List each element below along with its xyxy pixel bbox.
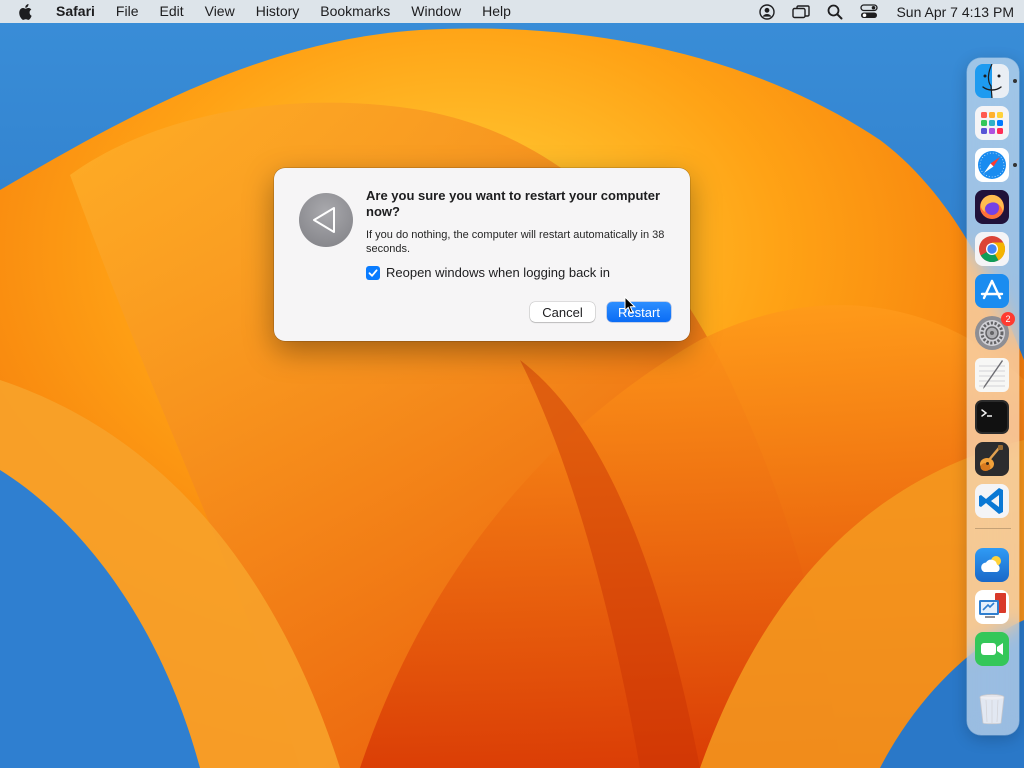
reopen-windows-label[interactable]: Reopen windows when logging back in — [386, 265, 610, 280]
reopen-windows-option: Reopen windows when logging back in — [366, 265, 610, 280]
finder-icon[interactable] — [975, 64, 1009, 98]
system-settings-icon[interactable]: 2 — [975, 312, 1015, 350]
spotlight-search-icon[interactable] — [826, 4, 844, 20]
app-store-icon[interactable] — [975, 274, 1009, 308]
weather-icon[interactable] — [975, 548, 1009, 582]
chrome-icon[interactable] — [975, 232, 1009, 266]
launchpad-icon[interactable] — [975, 106, 1009, 140]
desktop-wallpaper — [0, 0, 1024, 768]
restart-confirmation-dialog: Are you sure you want to restart your co… — [274, 168, 690, 341]
menu-edit[interactable]: Edit — [159, 0, 183, 23]
menu-bar: Safari File Edit View History Bookmarks … — [0, 0, 1024, 23]
menu-app-name[interactable]: Safari — [56, 0, 95, 23]
menu-window[interactable]: Window — [411, 0, 461, 23]
system-settings-badge: 2 — [1001, 312, 1015, 326]
mouse-pointer-icon — [624, 295, 637, 314]
menu-view[interactable]: View — [205, 0, 235, 23]
remote-desktop-icon[interactable] — [975, 590, 1009, 624]
reopen-windows-checkbox[interactable] — [366, 265, 380, 280]
safari-running-indicator — [1013, 163, 1017, 167]
script-editor-icon[interactable] — [975, 358, 1009, 392]
menu-bar-clock[interactable]: Sun Apr 7 4:13 PM — [896, 4, 1014, 20]
user-account-icon[interactable] — [758, 3, 776, 20]
menu-bookmarks[interactable]: Bookmarks — [320, 0, 390, 23]
screen-mirroring-icon[interactable] — [792, 4, 811, 20]
menu-help[interactable]: Help — [482, 0, 511, 23]
finder-running-indicator — [1013, 79, 1017, 83]
firefox-icon[interactable] — [975, 190, 1009, 224]
apple-menu-icon[interactable] — [18, 3, 32, 20]
garageband-icon[interactable] — [975, 442, 1009, 476]
facetime-icon[interactable] — [975, 632, 1009, 666]
dialog-message: If you do nothing, the computer will res… — [366, 229, 665, 255]
restart-dialog-icon — [299, 193, 353, 247]
terminal-icon[interactable] — [975, 400, 1009, 434]
control-center-icon[interactable] — [860, 4, 879, 20]
restart-button[interactable]: Restart — [607, 302, 671, 322]
dialog-title: Are you sure you want to restart your co… — [366, 188, 661, 219]
dock-separator — [975, 528, 1011, 529]
menu-file[interactable]: File — [116, 0, 139, 23]
trash-icon[interactable] — [975, 692, 1009, 726]
menu-history[interactable]: History — [256, 0, 300, 23]
dock: 2 — [967, 58, 1019, 735]
checkmark-icon — [368, 268, 378, 277]
vscode-icon[interactable] — [975, 484, 1009, 518]
cancel-button[interactable]: Cancel — [530, 302, 595, 322]
safari-icon[interactable] — [975, 148, 1009, 182]
